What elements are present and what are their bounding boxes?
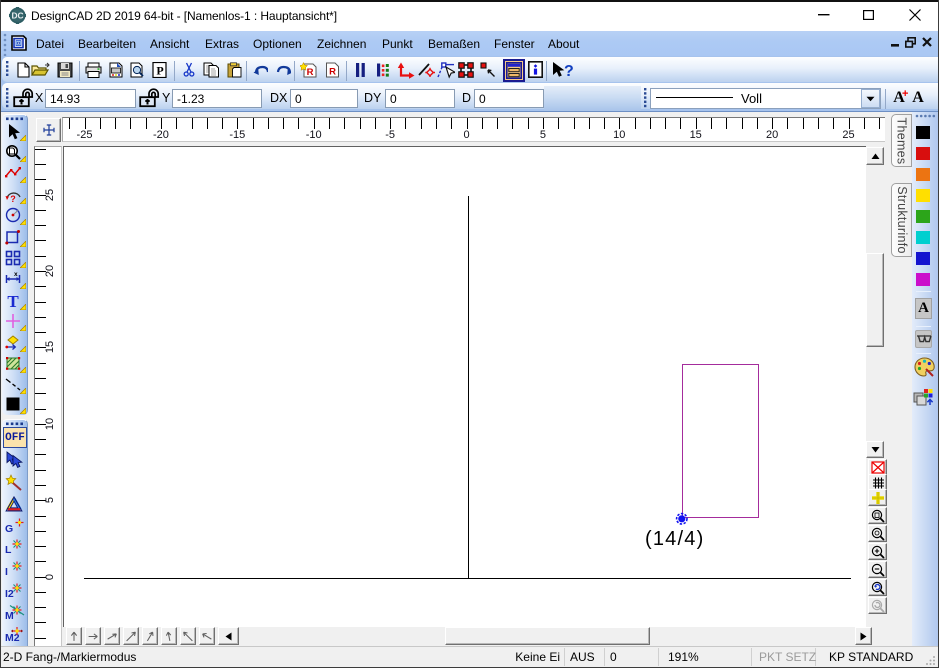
- svg-text:L: L: [5, 544, 12, 556]
- svg-text:?: ?: [10, 194, 16, 204]
- svg-text:?: ?: [564, 63, 573, 79]
- svg-text:M: M: [5, 610, 14, 622]
- svg-text:x: x: [14, 271, 18, 278]
- svg-text:DC: DC: [11, 11, 23, 21]
- svg-text:R: R: [307, 67, 314, 78]
- svg-text:I: I: [5, 566, 8, 578]
- svg-text:I2: I2: [5, 588, 14, 600]
- svg-text:G: G: [5, 523, 13, 535]
- svg-text:P: P: [156, 64, 163, 78]
- svg-text:T: T: [7, 292, 19, 310]
- svg-text:R: R: [329, 67, 336, 78]
